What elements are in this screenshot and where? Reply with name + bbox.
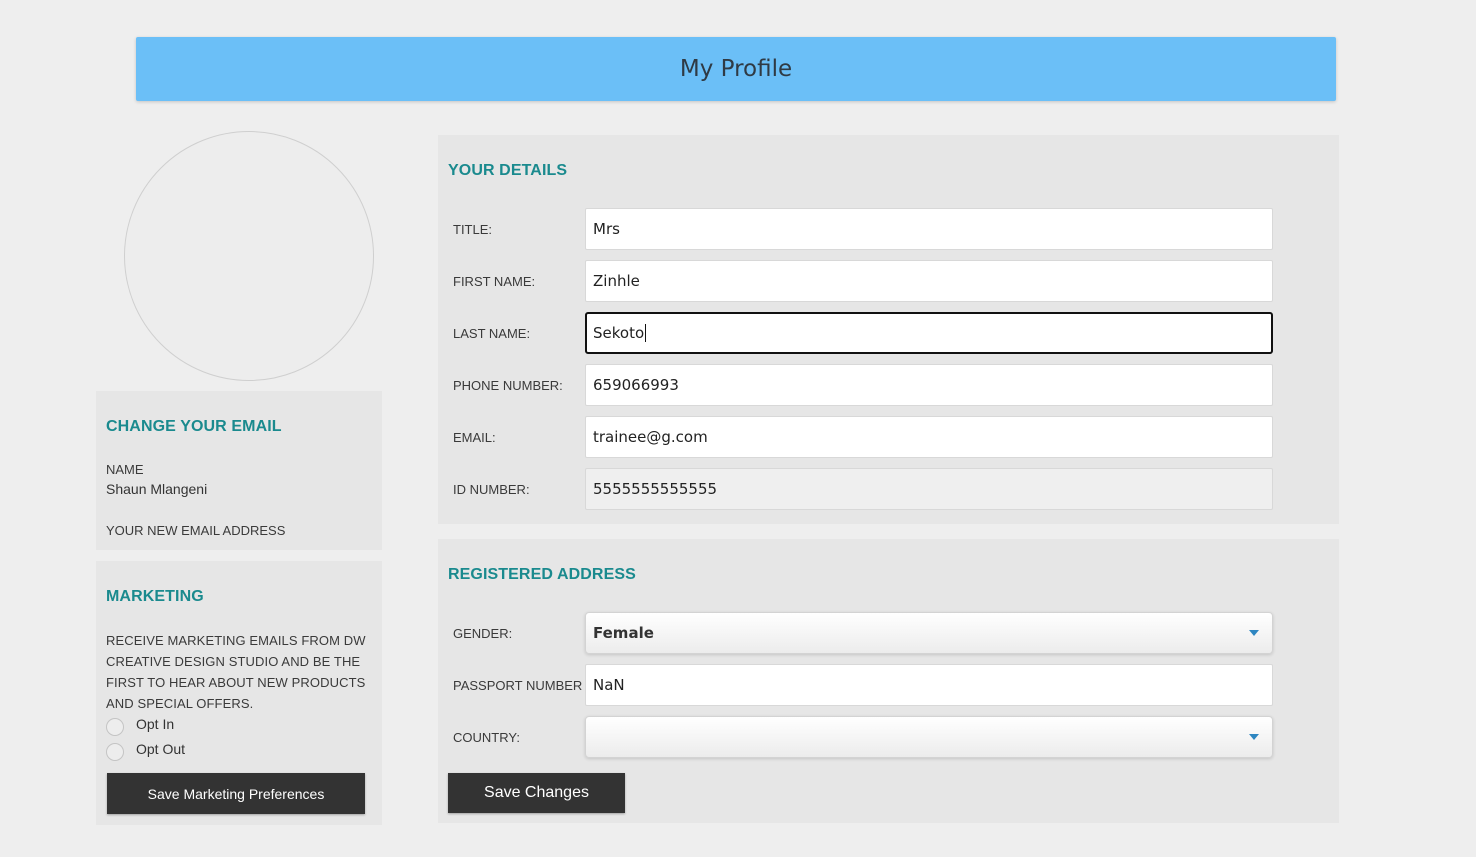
- gender-label: GENDER:: [453, 626, 513, 641]
- marketing-description: RECEIVE MARKETING EMAILS FROM DW CREATIV…: [106, 633, 366, 711]
- last-name-value: Sekoto: [593, 324, 645, 342]
- last-name-input[interactable]: Sekoto: [585, 312, 1273, 354]
- id-number-label: ID NUMBER:: [453, 482, 530, 497]
- opt-in-radio[interactable]: [106, 718, 124, 736]
- gender-value: Female: [593, 624, 654, 642]
- id-number-input[interactable]: 5555555555555: [585, 468, 1273, 510]
- opt-in-label[interactable]: Opt In: [136, 716, 174, 732]
- email-label: EMAIL:: [453, 430, 496, 445]
- your-details-title: YOUR DETAILS: [448, 162, 568, 179]
- title-label: TITLE:: [453, 222, 493, 237]
- opt-out-option[interactable]: Opt Out: [106, 741, 185, 761]
- phone-number-input[interactable]: 659066993: [585, 364, 1273, 406]
- marketing-panel: MARKETING RECEIVE MARKETING EMAILS FROM …: [96, 561, 382, 825]
- passport-number-value: NaN: [593, 676, 625, 694]
- avatar[interactable]: [124, 131, 374, 381]
- first-name-label: FIRST NAME:: [453, 274, 536, 289]
- id-number-value: 5555555555555: [593, 480, 718, 498]
- text-cursor: [645, 324, 647, 342]
- passport-number-label: PASSPORT NUMBER: [453, 678, 583, 693]
- email-value: trainee@g.com: [593, 428, 708, 446]
- registered-address-title: REGISTERED ADDRESS: [448, 566, 636, 583]
- change-email-panel: CHANGE YOUR EMAIL NAME Shaun Mlangeni YO…: [96, 391, 382, 550]
- save-marketing-preferences-button[interactable]: Save Marketing Preferences: [107, 773, 365, 814]
- phone-number-label: PHONE NUMBER:: [453, 378, 563, 393]
- title-input[interactable]: Mrs: [585, 208, 1273, 250]
- page-header: My Profile: [136, 37, 1336, 101]
- save-changes-button[interactable]: Save Changes: [448, 773, 625, 813]
- title-value: Mrs: [593, 220, 620, 238]
- name-label: NAME: [106, 462, 144, 477]
- registered-address-panel: REGISTERED ADDRESS GENDER: Female PASSPO…: [438, 539, 1339, 823]
- caret-down-icon: [1249, 734, 1259, 740]
- first-name-input[interactable]: Zinhle: [585, 260, 1273, 302]
- country-label: COUNTRY:: [453, 730, 520, 745]
- your-details-panel: YOUR DETAILS TITLE: Mrs FIRST NAME: Zinh…: [438, 135, 1339, 524]
- profile-page: My Profile CHANGE YOUR EMAIL NAME Shaun …: [0, 0, 1476, 857]
- passport-number-input[interactable]: NaN: [585, 664, 1273, 706]
- change-email-title: CHANGE YOUR EMAIL: [106, 418, 282, 435]
- phone-number-value: 659066993: [593, 376, 679, 394]
- first-name-value: Zinhle: [593, 272, 640, 290]
- page-title: My Profile: [679, 56, 793, 82]
- marketing-title: MARKETING: [106, 588, 204, 605]
- last-name-label: LAST NAME:: [453, 326, 531, 341]
- new-email-label: YOUR NEW EMAIL ADDRESS: [106, 523, 286, 538]
- country-select[interactable]: [585, 716, 1273, 758]
- gender-select[interactable]: Female: [585, 612, 1273, 654]
- opt-out-radio[interactable]: [106, 743, 124, 761]
- name-value: Shaun Mlangeni: [106, 481, 208, 497]
- email-input[interactable]: trainee@g.com: [585, 416, 1273, 458]
- opt-out-label[interactable]: Opt Out: [136, 741, 185, 757]
- caret-down-icon: [1249, 630, 1259, 636]
- opt-in-option[interactable]: Opt In: [106, 716, 174, 736]
